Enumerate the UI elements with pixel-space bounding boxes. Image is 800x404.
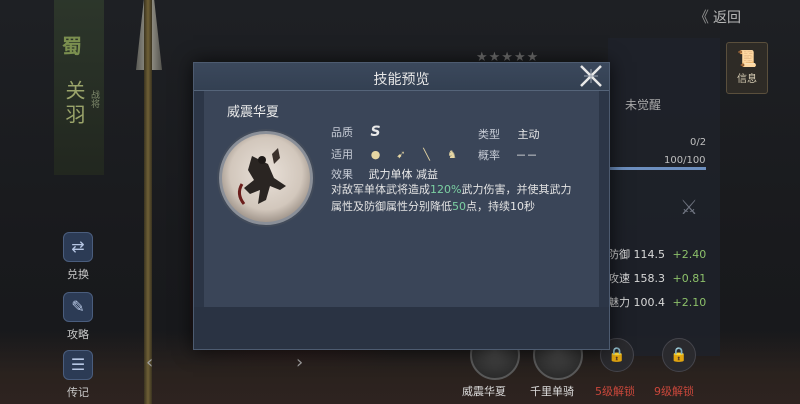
shield-unit-icon: ● [370, 148, 381, 161]
crossed-swords-icon: ⚔ [680, 195, 698, 219]
back-label: 返回 [713, 10, 742, 26]
exp-progress-text: 100/100 [664, 155, 706, 166]
desc-damage-percent: 120% [430, 183, 462, 196]
back-chevron-icon: 《 [694, 8, 710, 26]
skill-slot-2-label: 千里单骑 [530, 385, 574, 398]
rate-row: 概率 －－ [478, 147, 538, 163]
biography-icon: ☰ [63, 350, 93, 380]
effect-row: 效果 武力单体 减益 [331, 166, 438, 182]
type-label: 类型 [478, 128, 500, 141]
desc-text: 对敌军单体武将造成 [331, 183, 430, 196]
cavalry-unit-icon: ♞ [447, 148, 457, 161]
stat-bonus: +2.40 [672, 248, 707, 261]
desc-reduction-value: 50 [452, 200, 466, 213]
lock-icon[interactable]: 🔒 [662, 338, 696, 372]
warrior-silhouette-icon [237, 148, 286, 205]
info-tab-label: 信息 [737, 74, 757, 85]
spear-unit-icon: ╲ [423, 148, 430, 161]
apply-row: 适用 ● ➹ ╲ ♞ [331, 146, 467, 162]
spear-shaft [144, 0, 152, 404]
quality-row: 品质 S [331, 124, 381, 140]
effect-value: 武力单体 减益 [368, 168, 439, 181]
guide-label: 攻略 [67, 328, 89, 341]
type-row: 类型 主动 [478, 126, 540, 142]
bow-unit-icon: ➹ [396, 148, 406, 161]
dialog-body: 威震华夏 品质 S 类型 主动 适用 ● ➹ ╲ ♞ 概率 －－ 效果 武力单体… [204, 91, 599, 307]
stat-value: 158.3 [633, 272, 666, 285]
exchange-icon: ⇄ [63, 232, 93, 262]
dialog-header: 技能预览 [194, 63, 609, 91]
info-tab[interactable]: 📜 信息 [726, 42, 768, 94]
awaken-progress-text: 0/2 [690, 137, 707, 148]
next-arrow-icon[interactable]: › [296, 352, 303, 373]
rate-label: 概率 [478, 149, 500, 162]
skill-slot-3-label: 5级解锁 [595, 385, 635, 398]
back-button[interactable]: 《返回 [694, 6, 741, 27]
quality-label: 品质 [331, 126, 353, 139]
desc-text: 点，持续10秒 [466, 200, 535, 213]
stat-value: 100.4 [633, 296, 666, 309]
type-value: 主动 [517, 128, 540, 141]
quality-grade: S [370, 124, 381, 140]
stat-label: 魅力 [608, 296, 630, 309]
stat-defense: 防御 114.5 +2.40 [608, 246, 706, 262]
faction-glyph: 蜀 [62, 34, 82, 58]
hero-name: 关羽 [62, 80, 86, 128]
close-button[interactable] [576, 61, 606, 91]
skill-slot-1-label: 威震华夏 [462, 385, 506, 398]
stat-label: 攻速 [608, 272, 630, 285]
biography-label: 传记 [67, 386, 89, 399]
close-icon [580, 65, 602, 87]
skill-preview-dialog: 技能预览 威震华夏 品质 S 类型 主动 适用 ● ➹ ╲ ♞ 概率 －－ 效果… [193, 62, 610, 350]
rate-value: －－ [515, 149, 538, 162]
dialog-title: 技能预览 [373, 72, 430, 88]
apply-label: 适用 [331, 148, 353, 161]
awaken-status: 未觉醒 [625, 98, 662, 112]
hero-tag: 战将 [89, 90, 99, 108]
effect-label: 效果 [331, 168, 353, 181]
skill-portrait [219, 131, 313, 225]
skill-description: 对敌军单体武将造成120%武力伤害，并使其武力属性及防御属性分别降低50点，持续… [331, 181, 581, 215]
stat-bonus: +2.10 [672, 296, 707, 309]
stat-value: 114.5 [633, 248, 666, 261]
guide-button[interactable]: ✎ 攻略 [56, 292, 100, 352]
skill-name: 威震华夏 [227, 105, 280, 120]
stat-label: 防御 [608, 248, 630, 261]
prev-arrow-icon[interactable]: ‹ [146, 352, 153, 373]
guide-icon: ✎ [63, 292, 93, 322]
exp-progress-bar [610, 167, 706, 170]
skill-slot-4-label: 9级解锁 [654, 385, 694, 398]
scroll-icon: 📜 [737, 49, 757, 68]
stat-speed: 攻速 158.3 +0.81 [608, 270, 706, 286]
exchange-label: 兑换 [67, 268, 89, 281]
stat-bonus: +0.81 [672, 272, 707, 285]
exp-progress-fill [610, 167, 706, 170]
biography-button[interactable]: ☰ 传记 [56, 350, 100, 404]
exchange-button[interactable]: ⇄ 兑换 [56, 232, 100, 292]
stat-charm: 魅力 100.4 +2.10 [608, 294, 706, 310]
dialog-footer [194, 307, 609, 349]
